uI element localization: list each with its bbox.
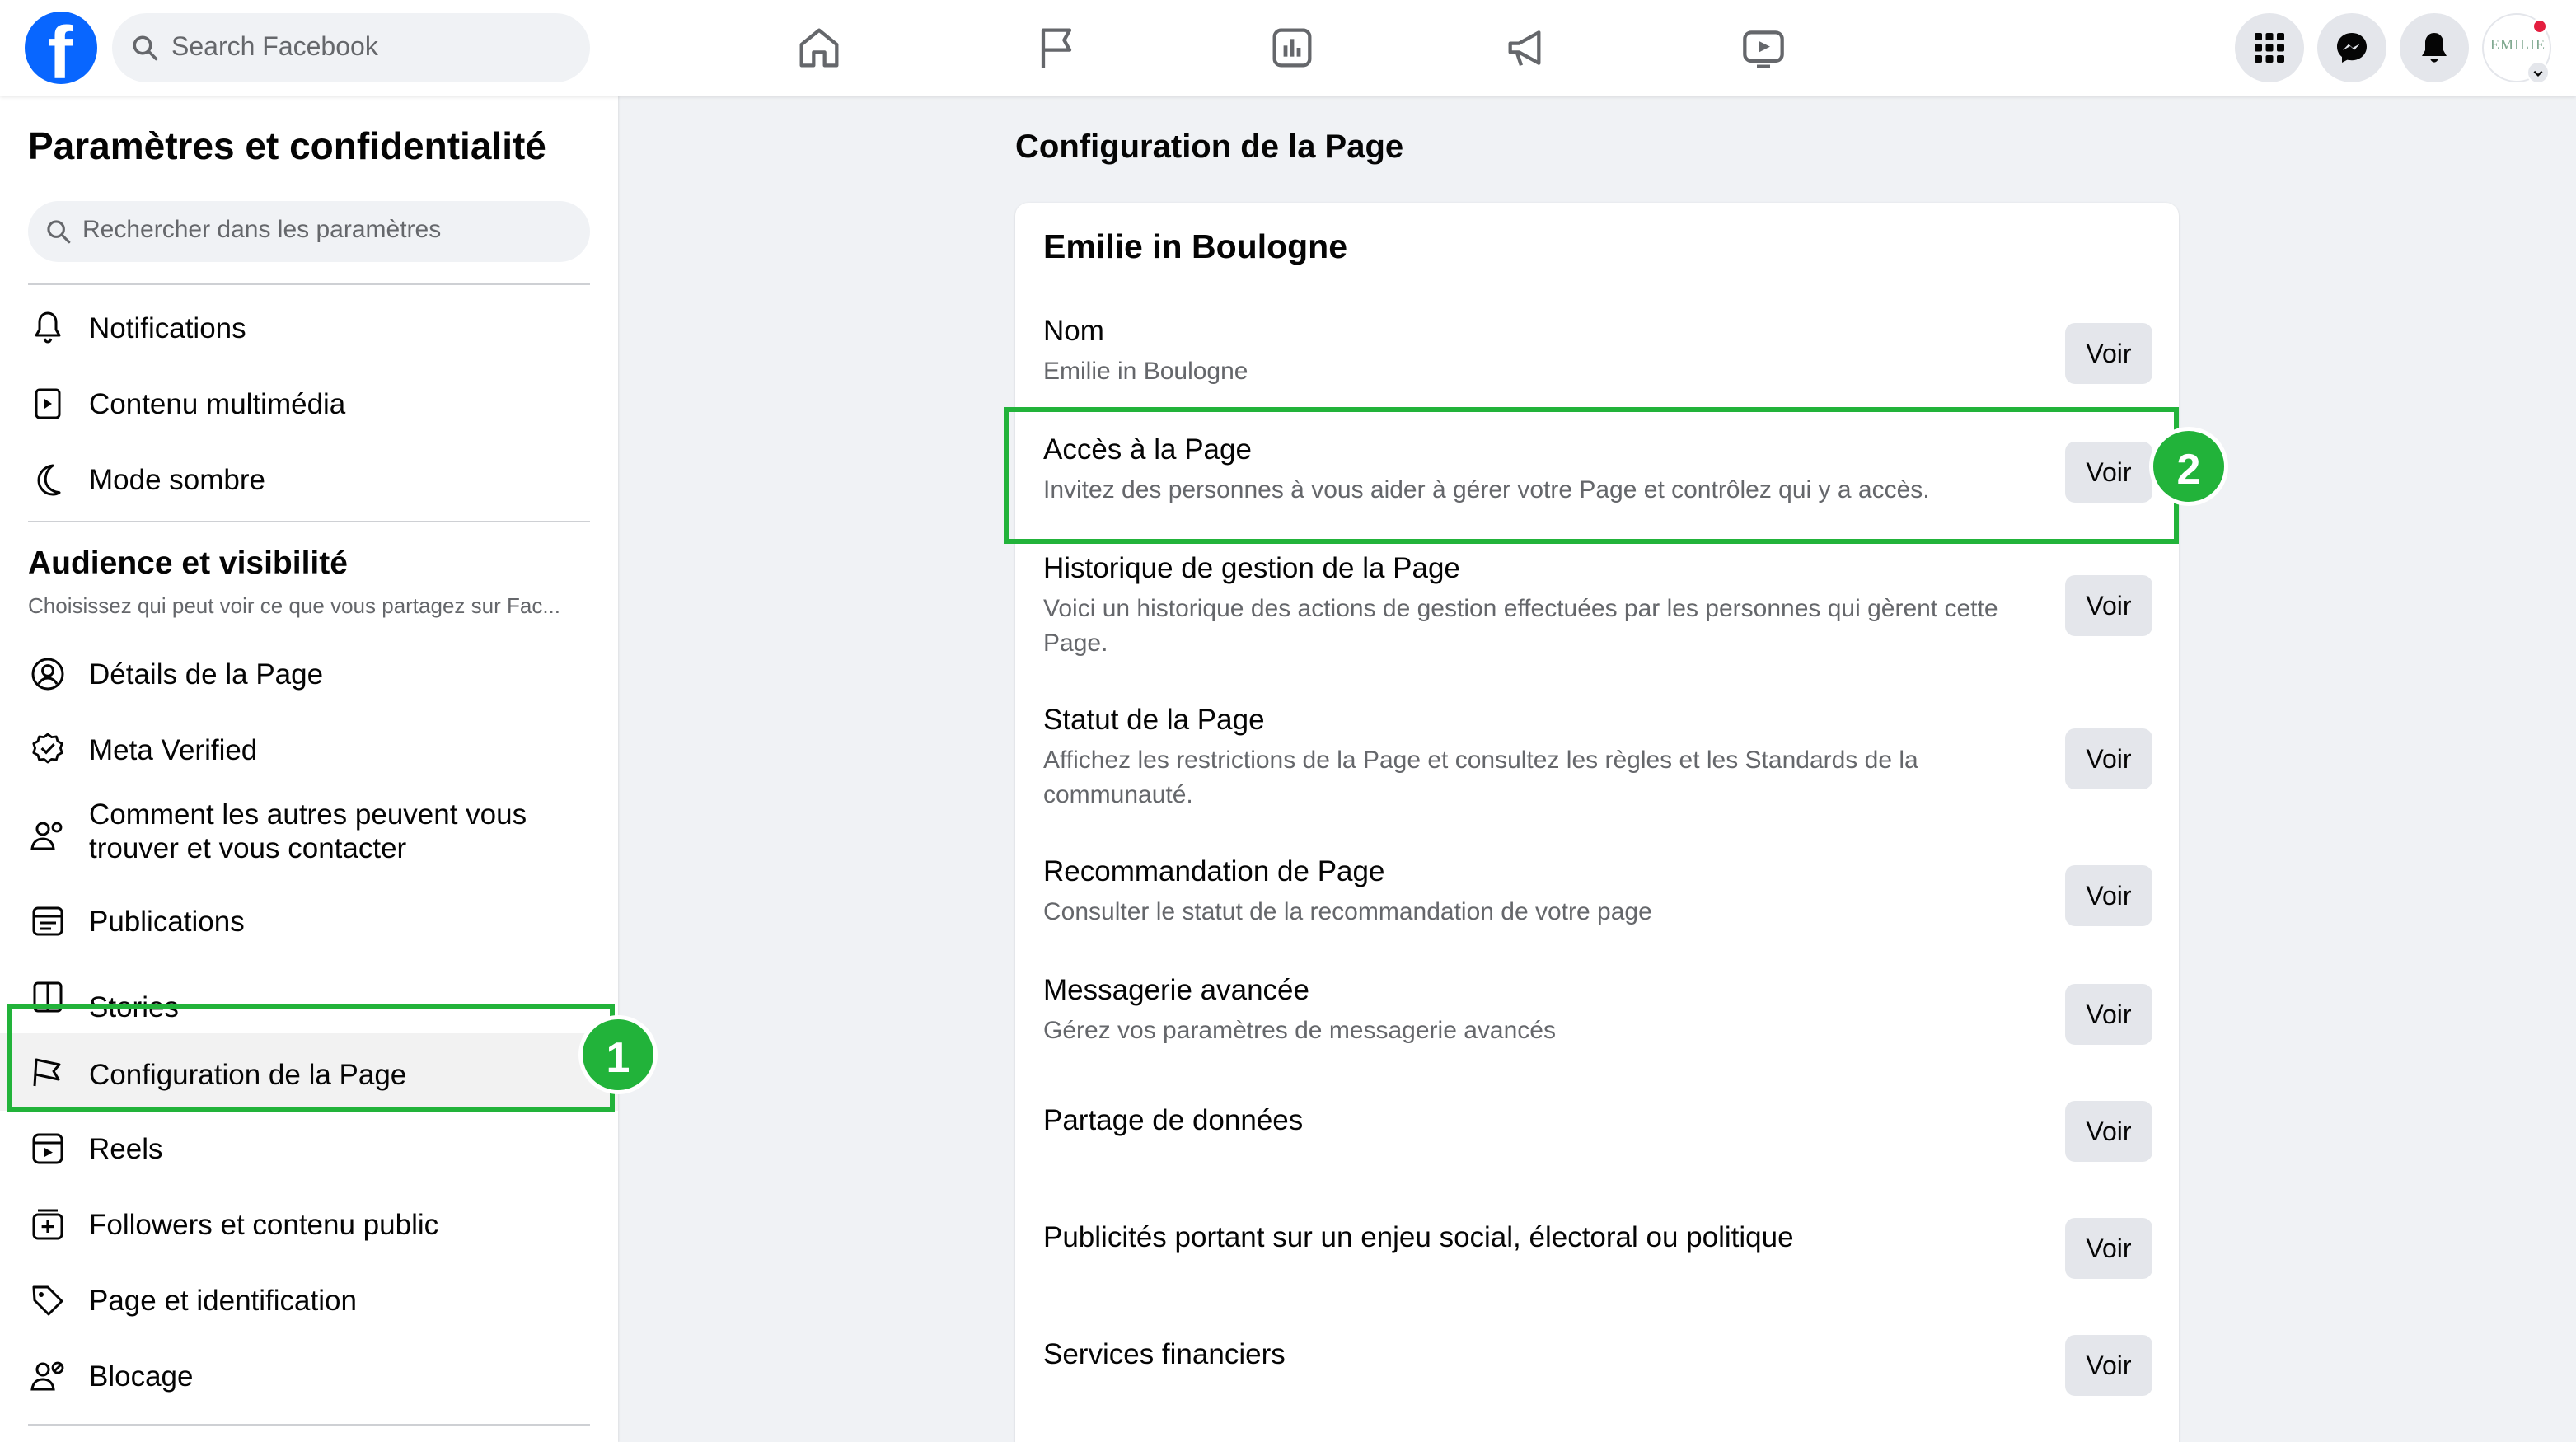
megaphone-icon[interactable] xyxy=(1501,21,1554,74)
sidebar-item-multimedia[interactable]: Contenu multimédia xyxy=(0,372,618,435)
media-icon xyxy=(28,384,68,424)
moon-icon xyxy=(28,460,68,499)
sidebar-item-how-people-find-you[interactable]: Comment les autres peuvent vous trouver … xyxy=(0,794,618,875)
page-settings-card: Emilie in Boulogne Nom Emilie in Boulogn… xyxy=(1015,203,2179,1442)
row-title: Historique de gestion de la Page xyxy=(1043,552,1460,584)
sidebar-item-label: Mode sombre xyxy=(89,464,265,496)
page-title: Configuration de la Page xyxy=(1015,129,1404,165)
block-user-icon xyxy=(28,1356,68,1396)
sidebar-item-label: Followers et contenu public xyxy=(89,1209,439,1241)
home-icon[interactable] xyxy=(793,21,845,74)
notifications-bell-icon[interactable] xyxy=(2400,13,2469,82)
settings-row-advanced-messaging: Messagerie avancée Gérez vos paramètres … xyxy=(1015,974,2179,1053)
settings-sidebar: Paramètres et confidentialité Rechercher… xyxy=(0,96,618,1442)
sidebar-item-meta-verified[interactable]: Meta Verified xyxy=(0,719,618,781)
row-title: Statut de la Page xyxy=(1043,704,1265,736)
settings-row-data-sharing: Partage de données Voir xyxy=(1015,1101,2179,1183)
sidebar-item-page-details[interactable]: Détails de la Page xyxy=(0,643,618,705)
settings-row-financial-services: Services financiers Voir xyxy=(1015,1335,2179,1417)
voir-name-button[interactable]: Voir xyxy=(2065,323,2152,384)
row-description: Gérez vos paramètres de messagerie avanc… xyxy=(1043,1017,1556,1044)
sidebar-item-label: Notifications xyxy=(89,312,246,344)
sidebar-item-notifications[interactable]: Notifications xyxy=(0,297,618,359)
sidebar-item-label: Comment les autres peuvent vous xyxy=(89,798,527,831)
sidebar-item-followers[interactable]: Followers et contenu public xyxy=(0,1193,618,1256)
voir-page-status-button[interactable]: Voir xyxy=(2065,728,2152,789)
voir-recommendation-button[interactable]: Voir xyxy=(2065,865,2152,926)
top-navigation-bar: f Search Facebook EMILIE xyxy=(0,0,2576,96)
row-title: Messagerie avancée xyxy=(1043,974,1309,1006)
row-title: Recommandation de Page xyxy=(1043,855,1385,887)
sidebar-item-label: Détails de la Page xyxy=(89,658,324,691)
avatar-notification-dot xyxy=(2532,18,2548,35)
row-title: Services financiers xyxy=(1043,1338,1286,1370)
sidebar-item-page-tagging[interactable]: Page et identification xyxy=(0,1269,618,1332)
step-badge-2: 2 xyxy=(2149,427,2228,506)
facebook-search-input[interactable]: Search Facebook xyxy=(112,13,590,82)
sidebar-divider xyxy=(28,521,590,522)
row-description: Emilie in Boulogne xyxy=(1043,358,1248,385)
step-badge-1: 1 xyxy=(578,1015,658,1094)
sidebar-title: Paramètres et confidentialité xyxy=(28,124,546,167)
sidebar-item-label: Contenu multimédia xyxy=(89,388,346,420)
settings-row-recommendation: Recommandation de Page Consulter le stat… xyxy=(1015,855,2179,934)
messenger-icon[interactable] xyxy=(2317,13,2386,82)
verified-badge-icon xyxy=(28,730,68,770)
sidebar-divider xyxy=(28,283,590,285)
facebook-logo-icon[interactable]: f xyxy=(25,12,97,84)
row-title: Partage de données xyxy=(1043,1104,1304,1136)
highlight-box-page-access xyxy=(1004,407,2179,544)
row-description: Affichez les restrictions de la Page et … xyxy=(1043,747,1918,808)
sidebar-item-label: Meta Verified xyxy=(89,734,258,766)
section-subtitle: Choisissez qui peut voir ce que vous par… xyxy=(28,593,560,618)
voir-political-ads-button[interactable]: Voir xyxy=(2065,1218,2152,1279)
posts-icon xyxy=(28,901,68,941)
row-title: Nom xyxy=(1043,315,1104,347)
search-icon xyxy=(47,220,71,244)
sidebar-divider xyxy=(28,1424,590,1426)
bell-icon xyxy=(28,308,68,348)
apps-grid-icon[interactable] xyxy=(2235,13,2304,82)
sidebar-item-publications[interactable]: Publications xyxy=(0,890,618,953)
voir-advanced-messaging-button[interactable]: Voir xyxy=(2065,984,2152,1045)
settings-row-political-ads: Publicités portant sur un enjeu social, … xyxy=(1015,1218,2179,1300)
settings-row-management-history: Historique de gestion de la Page Voici u… xyxy=(1015,552,2179,667)
insights-icon[interactable] xyxy=(1266,21,1318,74)
settings-row-name: Nom Emilie in Boulogne Voir xyxy=(1015,315,2179,394)
row-description: Voici un historique des actions de gesti… xyxy=(1043,595,1998,657)
add-box-icon xyxy=(28,1205,68,1244)
sidebar-item-dark-mode[interactable]: Mode sombre xyxy=(0,448,618,511)
search-placeholder: Search Facebook xyxy=(171,31,378,61)
page-name-heading: Emilie in Boulogne xyxy=(1043,227,1348,265)
settings-row-page-status: Statut de la Page Affichez les restricti… xyxy=(1015,704,2179,819)
account-chevron-down-icon[interactable] xyxy=(2527,61,2550,84)
sidebar-item-blocking[interactable]: Blocage xyxy=(0,1345,618,1407)
sidebar-item-label: Page et identification xyxy=(89,1285,357,1317)
highlight-box-page-configuration xyxy=(7,1004,615,1112)
user-circle-icon xyxy=(28,654,68,694)
tag-icon xyxy=(28,1280,68,1320)
facebook-logo-letter: f xyxy=(48,12,73,84)
reels-icon xyxy=(28,1129,68,1168)
voir-management-history-button[interactable]: Voir xyxy=(2065,575,2152,636)
settings-search-input[interactable]: Rechercher dans les paramètres xyxy=(28,201,590,262)
video-icon[interactable] xyxy=(1737,21,1790,74)
voir-financial-services-button[interactable]: Voir xyxy=(2065,1335,2152,1396)
sidebar-item-reels[interactable]: Reels xyxy=(0,1117,618,1180)
section-title: Audience et visibilité xyxy=(28,545,348,581)
settings-search-placeholder: Rechercher dans les paramètres xyxy=(82,216,442,243)
sidebar-item-label: Publications xyxy=(89,906,245,938)
row-description: Consulter le statut de la recommandation… xyxy=(1043,898,1652,925)
avatar-monogram: EMILIE xyxy=(2490,36,2546,53)
search-icon xyxy=(133,35,158,61)
sidebar-item-label-line2: trouver et vous contacter xyxy=(89,832,407,864)
people-icon xyxy=(28,816,68,855)
flag-icon[interactable] xyxy=(1030,21,1083,74)
sidebar-item-label: Reels xyxy=(89,1133,163,1165)
sidebar-item-label: Blocage xyxy=(89,1360,194,1393)
row-title: Publicités portant sur un enjeu social, … xyxy=(1043,1221,1794,1253)
voir-data-sharing-button[interactable]: Voir xyxy=(2065,1101,2152,1162)
